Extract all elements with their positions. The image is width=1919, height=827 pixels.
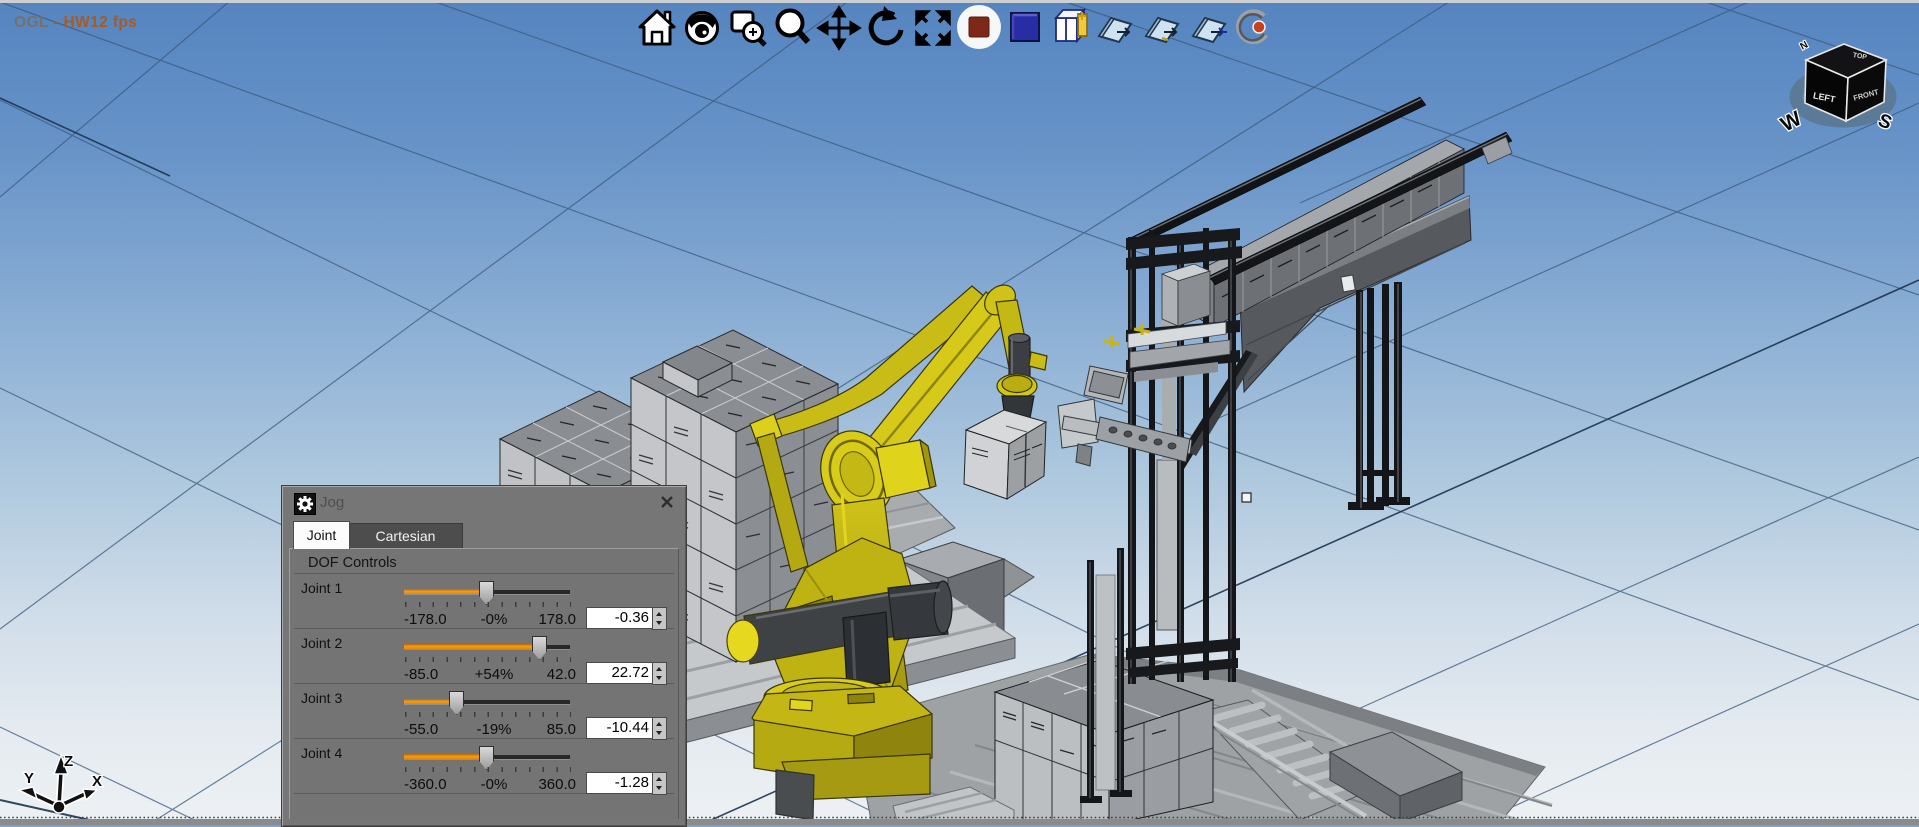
svg-text:Z: Z	[64, 753, 73, 770]
svg-text:X: X	[92, 773, 102, 790]
svg-text:Y: Y	[24, 770, 34, 787]
